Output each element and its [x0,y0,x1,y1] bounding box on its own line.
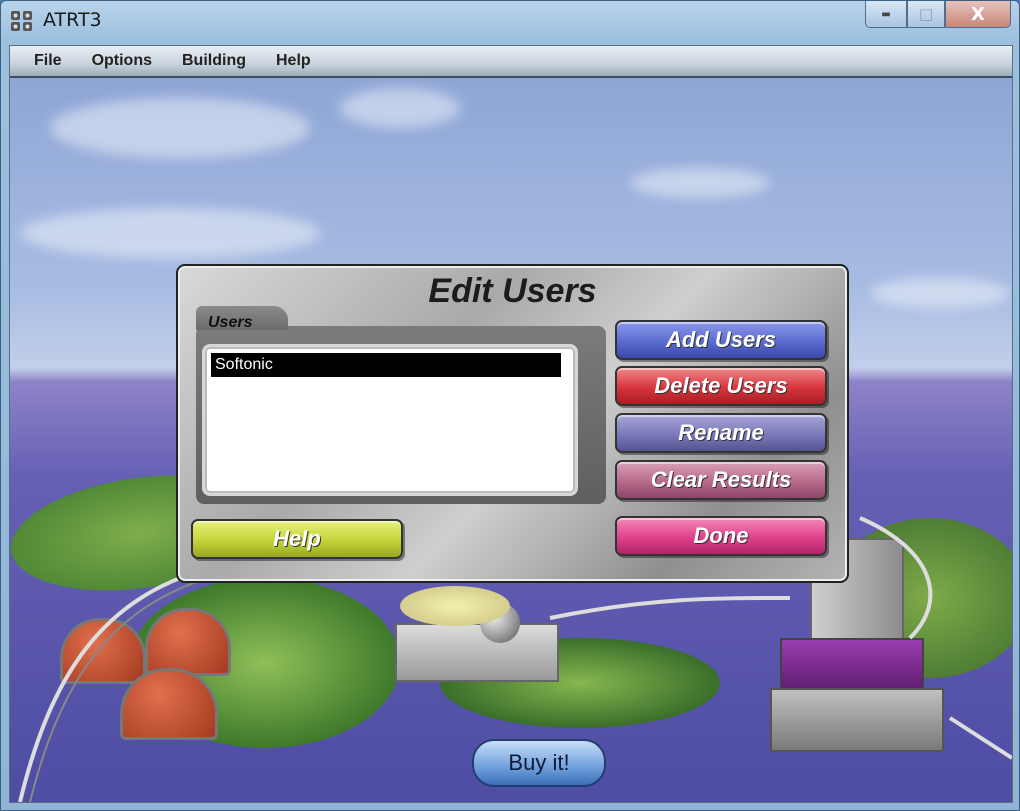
client-area: File Options Building Help Edit Users Us… [9,45,1013,803]
close-button[interactable]: X [945,1,1011,28]
edit-users-dialog: Edit Users Users Softonic Add Users Dele… [176,264,849,583]
rename-button[interactable]: Rename [615,413,827,453]
users-label: Users [208,314,253,331]
app-window: ATRT3 ▬ □ X File Options Building Help E… [0,0,1020,811]
help-button[interactable]: Help [191,519,403,559]
clear-results-button[interactable]: Clear Results [615,460,827,500]
delete-users-button[interactable]: Delete Users [615,366,827,406]
done-button[interactable]: Done [615,516,827,556]
menu-bar: File Options Building Help [10,46,1012,78]
minimize-icon: ▬ [881,8,891,20]
minimize-button[interactable]: ▬ [865,1,907,28]
users-listbox[interactable]: Softonic [202,344,578,496]
menu-options[interactable]: Options [77,52,167,70]
menu-building[interactable]: Building [167,52,261,70]
app-icon [11,11,32,31]
maximize-button[interactable]: □ [907,1,945,28]
window-title: ATRT3 [43,9,102,31]
list-item[interactable]: Softonic [211,353,561,377]
buy-it-button[interactable]: Buy it! [472,739,606,787]
title-bar[interactable]: ATRT3 ▬ □ X [1,1,1019,41]
menu-help[interactable]: Help [261,52,326,70]
maximize-icon: □ [918,5,934,23]
add-users-button[interactable]: Add Users [615,320,827,360]
close-icon: X [971,3,985,25]
menu-file[interactable]: File [10,52,77,70]
